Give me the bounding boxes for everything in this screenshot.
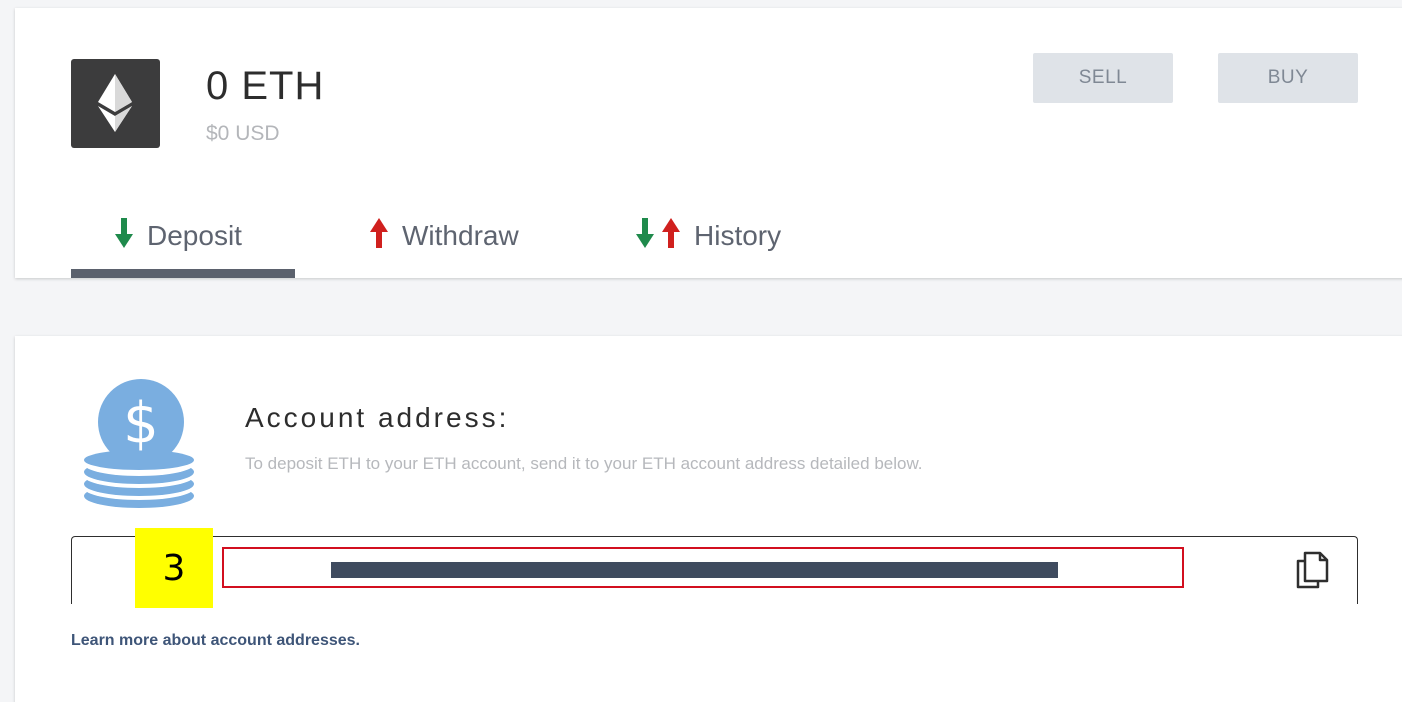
ethereum-icon xyxy=(71,59,160,148)
copy-icon[interactable] xyxy=(1293,547,1333,596)
tab-deposit[interactable]: Deposit xyxy=(115,212,242,260)
sell-button[interactable]: SELL xyxy=(1033,53,1173,103)
section-title: Account address: xyxy=(245,402,510,433)
balance-card: 0 ETH $0 USD SELL BUY Deposit Withdraw H… xyxy=(15,8,1402,278)
tab-deposit-label: Deposit xyxy=(147,220,242,251)
deposit-card: $ Account address: To deposit ETH to you… xyxy=(15,336,1402,702)
step-badge: 3 xyxy=(135,528,213,608)
svg-text:$: $ xyxy=(123,391,159,456)
buy-button[interactable]: BUY xyxy=(1218,53,1358,103)
annotation-highlight xyxy=(222,547,1184,588)
arrow-up-icon xyxy=(370,217,388,255)
tab-history-label: History xyxy=(694,220,782,251)
fiat-balance: $0 USD xyxy=(206,122,280,145)
coin-stack-icon: $ xyxy=(81,376,197,517)
tab-withdraw-label: Withdraw xyxy=(402,220,519,251)
learn-more-link[interactable]: Learn more about account addresses. xyxy=(71,632,360,650)
tab-withdraw[interactable]: Withdraw xyxy=(370,212,519,260)
arrows-up-down-icon xyxy=(636,217,680,255)
eth-balance: 0 ETH xyxy=(206,64,325,108)
section-description: To deposit ETH to your ETH account, send… xyxy=(245,454,923,473)
active-tab-indicator xyxy=(71,269,295,278)
tab-history[interactable]: History xyxy=(636,212,781,260)
arrow-down-icon xyxy=(115,217,133,255)
